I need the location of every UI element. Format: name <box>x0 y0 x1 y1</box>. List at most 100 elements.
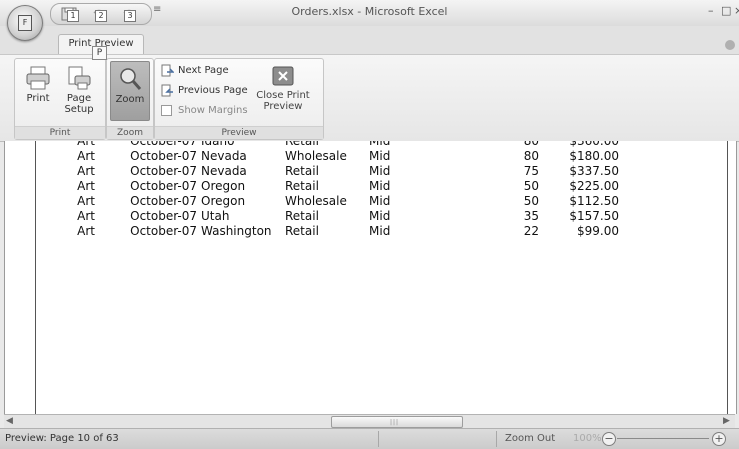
printer-icon <box>25 65 51 91</box>
next-page-label: Next Page <box>178 65 229 76</box>
show-margins-checkbox[interactable]: Show Margins <box>161 103 248 119</box>
print-button[interactable]: Print <box>18 61 58 119</box>
close-print-label-1: Close Print <box>256 90 310 101</box>
cell-channel: Wholesale <box>285 193 347 208</box>
preview-group-label: Preview <box>155 126 323 139</box>
cell-channel: Retail <box>285 163 319 178</box>
zoom-plus-button[interactable]: + <box>712 432 726 446</box>
cell-category: Art <box>77 193 95 208</box>
print-group-label: Print <box>15 126 105 139</box>
cell-category: Art <box>77 208 95 223</box>
page-right-edge <box>727 141 728 414</box>
cell-state: Nevada <box>201 148 247 163</box>
table-row: ArtOctober-07IdahoRetailMid80$360.00 <box>5 141 619 148</box>
page-setup-label-1: Page <box>66 93 92 104</box>
cell-tier: Mid <box>369 223 391 238</box>
cell-state: Washington <box>201 223 272 238</box>
cell-month: October-07 <box>130 163 197 178</box>
previous-page-button[interactable]: Previous Page <box>161 83 248 99</box>
cell-amount: $337.50 <box>569 163 619 178</box>
cell-month: October-07 <box>130 148 197 163</box>
cell-month: October-07 <box>130 178 197 193</box>
zoom-minus-button[interactable]: − <box>602 432 616 446</box>
help-icon[interactable] <box>725 40 735 50</box>
cell-amount: $180.00 <box>569 148 619 163</box>
close-print-preview-button[interactable]: Close Print Preview <box>255 62 311 112</box>
cell-tier: Mid <box>369 193 391 208</box>
print-group: Print Page Setup Print <box>14 58 106 140</box>
scroll-left-arrow[interactable]: ◀ <box>6 416 13 426</box>
cell-category: Art <box>77 148 95 163</box>
office-button-keytip: F <box>18 15 32 31</box>
table-row: Art October-07 Oregon Retail Mid 50 $225.00 <box>5 178 619 193</box>
page-setup-label-2: Setup <box>64 104 94 115</box>
cell-amount: $225.00 <box>569 178 619 193</box>
status-separator <box>378 431 379 447</box>
cell-month: October-07 <box>130 208 197 223</box>
ribbon: Print Page Setup Print Zoom Zoom Next Pa… <box>0 54 739 142</box>
zoom-slider[interactable] <box>617 438 709 439</box>
maximize-button[interactable]: □ <box>721 4 731 17</box>
cell-state: Idaho <box>199 141 285 148</box>
cell-amount: $112.50 <box>569 193 619 208</box>
cell-month: October-07 <box>130 193 197 208</box>
scroll-grip: ||| <box>390 419 400 426</box>
table-row: Art October-07 Utah Retail Mid 35 $157.50 <box>5 208 619 223</box>
print-label: Print <box>26 93 50 104</box>
cell-quantity: 80 <box>523 148 539 163</box>
zoom-button[interactable]: Zoom <box>110 61 150 121</box>
cell-state: Nevada <box>201 163 247 178</box>
cell-quantity: 80 <box>449 141 549 148</box>
show-margins-check-icon[interactable] <box>161 104 172 116</box>
scroll-right-arrow[interactable]: ▶ <box>723 416 730 426</box>
previous-page-label: Previous Page <box>178 85 248 96</box>
page-setup-icon <box>66 65 92 91</box>
cell-state: Utah <box>201 208 230 223</box>
next-page-button[interactable]: Next Page <box>161 63 229 79</box>
table-row: Art October-07 Nevada Retail Mid 75 $337.50 <box>5 163 619 178</box>
cell-channel: Retail <box>285 141 369 148</box>
magnifier-icon <box>117 66 143 92</box>
ribbon-tab-row: Print Preview <box>0 26 739 55</box>
cell-month: October-07 <box>130 223 197 238</box>
next-page-icon <box>161 64 175 77</box>
cell-category: Art <box>77 178 95 193</box>
cell-category: Art <box>77 223 95 238</box>
cell-category: Art <box>5 141 101 148</box>
office-button[interactable]: F <box>7 5 43 41</box>
table-row: Art October-07 Washington Retail Mid 22 $99.00 <box>5 223 619 238</box>
previous-page-icon <box>161 84 174 97</box>
cell-quantity: 50 <box>523 193 539 208</box>
cell-amount: $360.00 <box>549 141 619 148</box>
table-row: Art October-07 Nevada Wholesale Mid 80 $180.00 <box>5 148 619 163</box>
print-preview-page[interactable]: ArtOctober-07IdahoRetailMid80$360.00ArtO… <box>4 141 737 414</box>
cell-channel: Retail <box>285 208 319 223</box>
horizontal-scrollbar[interactable]: ◀ ||| ▶ <box>4 414 735 429</box>
minimize-button[interactable]: – <box>708 4 714 17</box>
close-window-button[interactable]: × <box>734 4 739 17</box>
cell-quantity: 75 <box>523 163 539 178</box>
cell-quantity: 22 <box>523 223 539 238</box>
status-bar: Preview: Page 10 of 63 Zoom Out 100% − + <box>0 428 739 449</box>
status-separator <box>496 431 497 447</box>
zoom-percent[interactable]: 100% <box>573 433 602 444</box>
cell-tier: Mid <box>369 141 449 148</box>
preview-group: Next Page Previous Page Show Margins Clo… <box>154 58 324 140</box>
zoom-label: Zoom <box>115 94 145 105</box>
cell-tier: Mid <box>369 208 391 223</box>
cell-channel: Wholesale <box>285 148 347 163</box>
keytip-p: P <box>92 46 107 60</box>
cell-quantity: 35 <box>523 208 539 223</box>
close-preview-icon <box>272 66 294 86</box>
cell-channel: Retail <box>285 223 319 238</box>
cell-amount: $99.00 <box>577 223 619 238</box>
vertical-scroll-thumb[interactable] <box>736 321 737 331</box>
window-title: Orders.xlsx - Microsoft Excel <box>291 5 448 18</box>
cell-channel: Retail <box>285 178 319 193</box>
zoom-out-button[interactable]: Zoom Out <box>505 433 555 444</box>
page-setup-button[interactable]: Page Setup <box>59 61 99 119</box>
scroll-thumb[interactable]: ||| <box>331 416 463 428</box>
cell-tier: Mid <box>369 163 391 178</box>
page-status: Preview: Page 10 of 63 <box>5 433 119 444</box>
table-row: Art October-07 Oregon Wholesale Mid 50 $112.50 <box>5 193 619 208</box>
